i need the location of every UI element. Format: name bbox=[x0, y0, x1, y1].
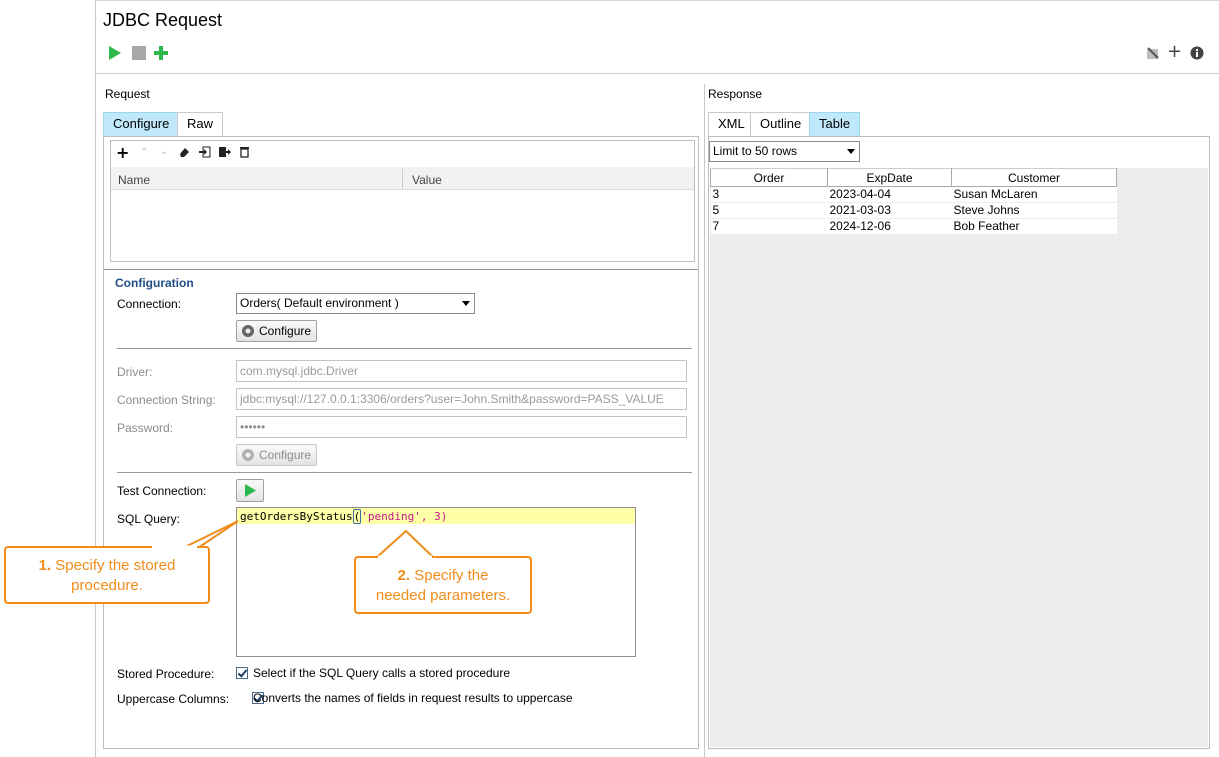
callout-pointer-joins bbox=[152, 545, 432, 559]
